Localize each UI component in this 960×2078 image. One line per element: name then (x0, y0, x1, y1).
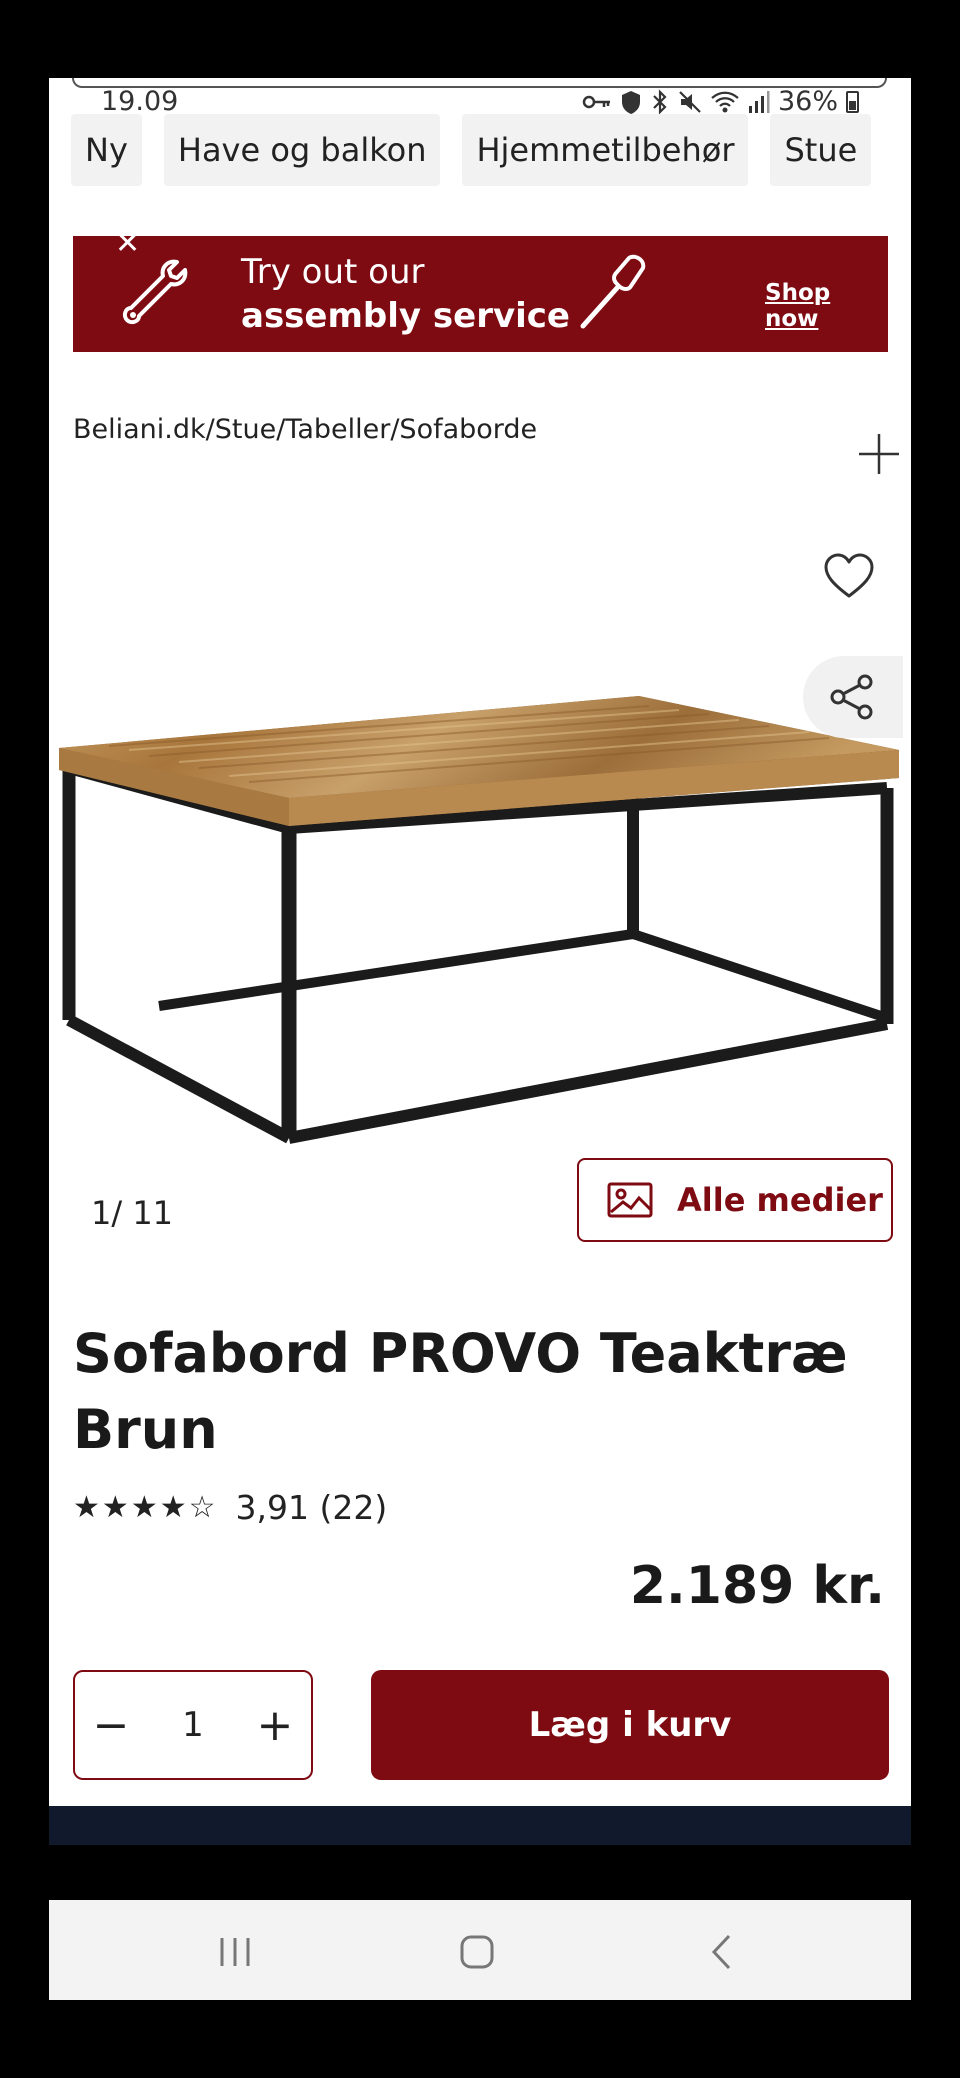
category-have-og-balkon[interactable]: Have og balkon (163, 114, 441, 186)
assembly-promo-banner[interactable]: ✕ Try out our assembly service Shop now (73, 236, 888, 352)
product-price: 2.189 kr. (629, 1556, 885, 1616)
image-counter: 1/ 11 (91, 1194, 174, 1232)
product-image[interactable] (49, 618, 911, 1158)
status-icons: 36% (582, 86, 859, 117)
product-rating[interactable]: ★ ★ ★ ★ ☆ 3,91 (22) (73, 1488, 387, 1527)
coffee-table-illustration (59, 696, 899, 1144)
wrench-icon (122, 259, 188, 325)
star-filled-icon: ★ (159, 1490, 187, 1525)
vpn-icon (621, 90, 640, 114)
home-button[interactable] (457, 1932, 497, 1972)
add-to-cart-button[interactable]: Læg i kurv (371, 1670, 889, 1780)
star-filled-icon: ★ (130, 1490, 158, 1525)
footer-strip (49, 1806, 911, 1845)
category-stue[interactable]: Stue (770, 114, 872, 186)
rating-stars: ★ ★ ★ ★ ☆ (73, 1490, 216, 1525)
increase-quantity-button[interactable]: + (255, 1700, 295, 1751)
breadcrumb[interactable]: Beliani.dk/Stue/Tabeller/Sofaborde (73, 414, 537, 445)
image-icon (607, 1182, 653, 1218)
recent-apps-icon (220, 1938, 250, 1966)
home-icon (460, 1935, 494, 1969)
battery-percent: 36% (777, 86, 838, 117)
shop-now-link[interactable]: Shop now (765, 280, 888, 332)
wifi-icon (711, 91, 739, 112)
plus-icon[interactable] (857, 432, 901, 476)
bluetooth-icon (653, 88, 667, 115)
mute-icon (679, 90, 701, 113)
promo-line-1: Try out our (241, 252, 425, 292)
back-button[interactable] (701, 1932, 741, 1972)
product-title: Sofabord PROVO Teaktræ Brun (73, 1322, 848, 1461)
back-icon (711, 1934, 731, 1970)
rating-value: 3,91 (22) (235, 1488, 388, 1527)
signal-icon (748, 90, 770, 113)
promo-line-2: assembly service (241, 296, 570, 336)
share-icon (830, 674, 873, 720)
quantity-stepper: − 1 + (73, 1670, 313, 1780)
star-filled-icon: ★ (101, 1490, 129, 1525)
screwdriver-icon (580, 254, 646, 329)
screen-top-edge (72, 78, 887, 88)
category-nav: Ny Have og balkon Hjemmetilbehør Stue (71, 114, 872, 186)
quantity-value[interactable]: 1 (182, 1705, 204, 1745)
category-ny[interactable]: Ny (71, 114, 142, 186)
phone-screen: 19.09 36% Ny Have og balkon Hjemmetilbeh… (49, 78, 911, 1845)
star-filled-icon: ★ (73, 1490, 100, 1525)
star-empty-icon: ☆ (188, 1490, 216, 1525)
decrease-quantity-button[interactable]: − (91, 1700, 131, 1751)
status-time: 19.09 (101, 86, 179, 117)
system-nav-bar (49, 1900, 911, 2000)
all-media-label: Alle medier (677, 1181, 883, 1219)
recent-apps-button[interactable] (215, 1932, 255, 1972)
key-icon (582, 95, 610, 108)
share-button[interactable] (803, 656, 903, 738)
all-media-button[interactable]: Alle medier (577, 1158, 893, 1242)
battery-icon (846, 90, 859, 113)
heart-icon[interactable] (823, 552, 875, 600)
category-hjemmetilbehor[interactable]: Hjemmetilbehør (462, 114, 749, 186)
